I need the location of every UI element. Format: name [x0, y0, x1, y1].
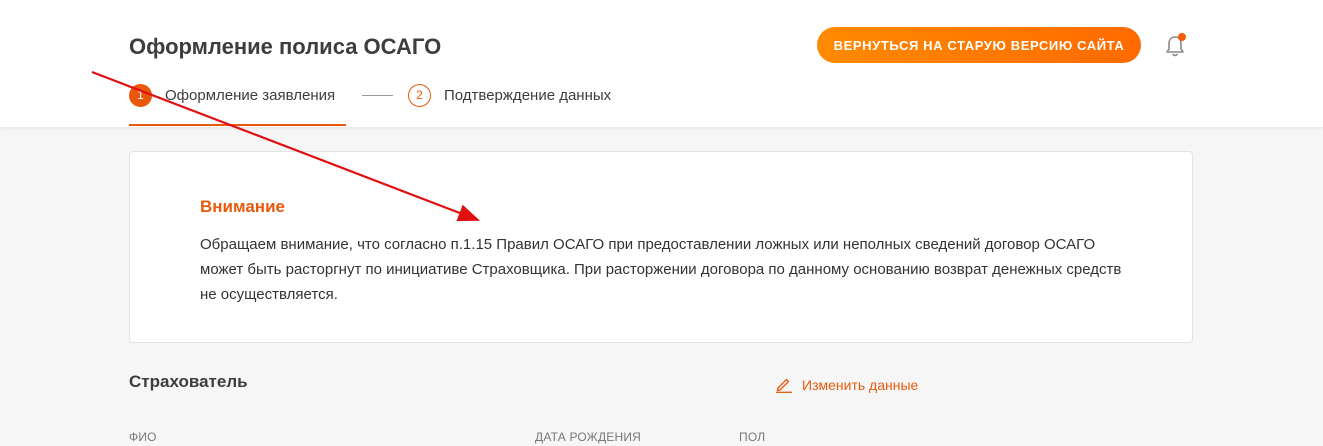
notice-text: Обращаем внимание, что согласно п.1.15 П…: [200, 236, 1122, 303]
pencil-icon: [776, 378, 792, 393]
step-label: Подтверждение данных: [444, 87, 612, 104]
column-header-name: ФИО: [129, 430, 157, 444]
stepper: 1 Оформление заявления 2 Подтверждение д…: [129, 84, 689, 127]
step-number: 2: [408, 84, 431, 107]
page-header: Оформление полиса ОСАГО ВЕРНУТЬСЯ НА СТА…: [0, 0, 1323, 127]
step-confirmation[interactable]: 2 Подтверждение данных: [408, 84, 638, 127]
step-application[interactable]: 1 Оформление заявления: [129, 84, 346, 127]
page-title: Оформление полиса ОСАГО: [129, 34, 442, 59]
column-header-birthdate: ДАТА РОЖДЕНИЯ: [535, 430, 642, 444]
active-step-indicator: [129, 124, 346, 126]
return-to-old-version-button[interactable]: ВЕРНУТЬСЯ НА СТАРУЮ ВЕРСИЮ САЙТА: [817, 27, 1141, 63]
step-label: Оформление заявления: [165, 87, 336, 104]
column-header-gender: ПОЛ: [739, 430, 766, 444]
notice-title: Внимание: [200, 197, 285, 216]
insurer-section-title: Страхователь: [129, 372, 248, 391]
step-number: 1: [129, 84, 152, 107]
edit-data-label: Изменить данные: [802, 377, 919, 393]
notification-badge: [1178, 33, 1186, 41]
notifications-button[interactable]: [1162, 33, 1188, 59]
step-connector: [362, 95, 393, 96]
warning-notice-card: Внимание Обращаем внимание, что согласно…: [129, 151, 1193, 343]
